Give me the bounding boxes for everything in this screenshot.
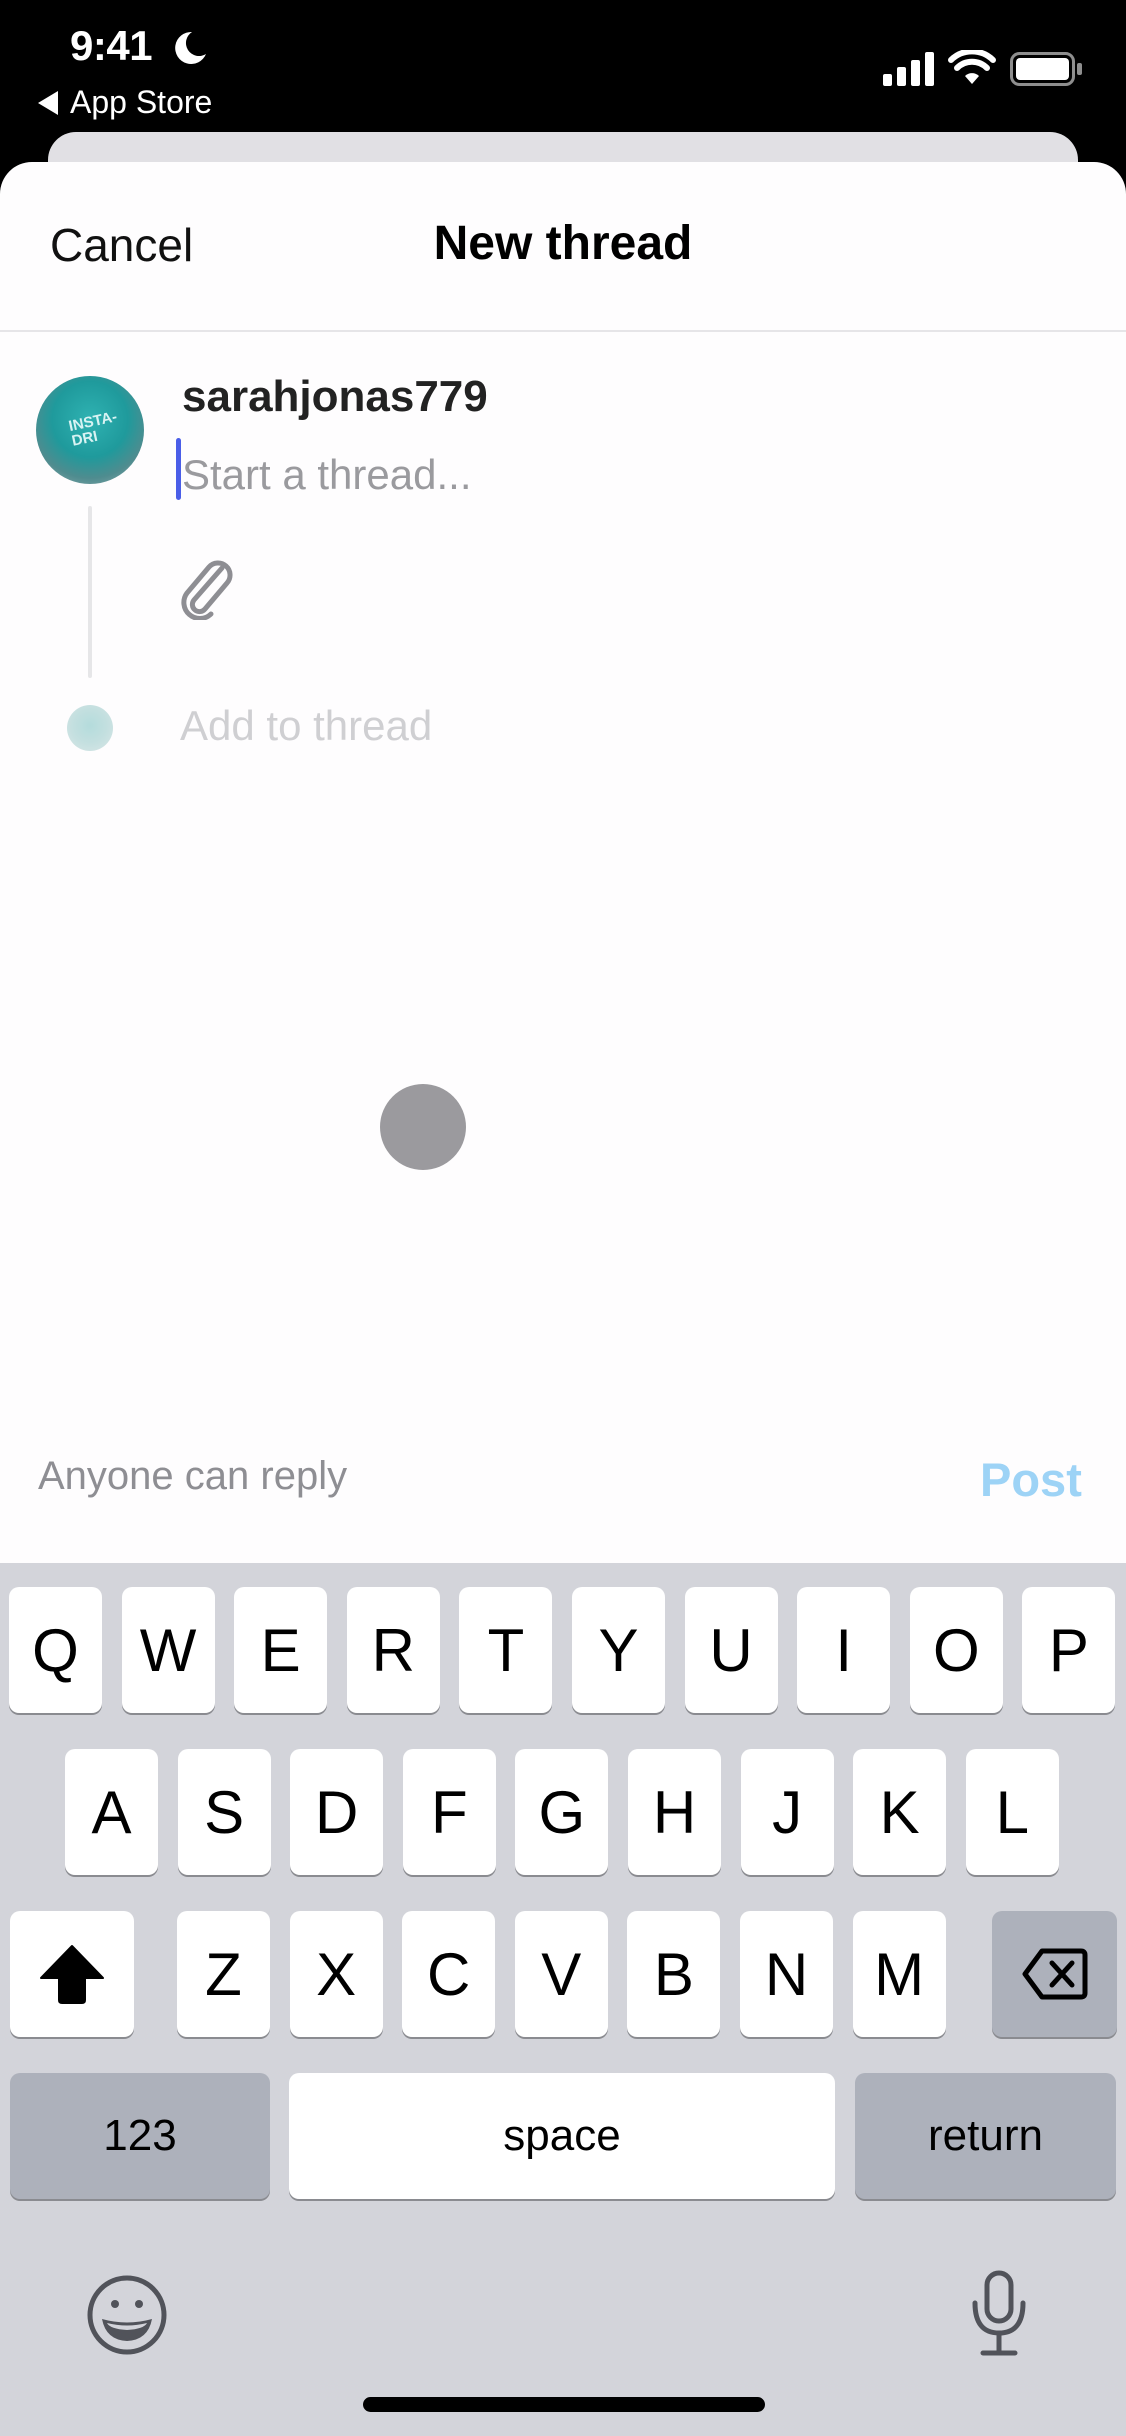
space-key[interactable]: space [289,2073,835,2199]
add-to-thread-button[interactable]: Add to thread [180,702,432,750]
shift-key[interactable] [10,1911,134,2037]
battery-icon [1010,52,1082,86]
username: sarahjonas779 [182,372,488,421]
avatar-image: INSTA- DRI [67,408,119,450]
microphone-icon[interactable] [970,2270,1028,2358]
key-i[interactable]: I [797,1587,891,1713]
cellular-signal-icon [883,52,934,86]
thread-text-input[interactable] [182,446,1062,504]
keyboard: QWERTYUIOP ASDFGHJKL ZXCVBNM 123 space r… [0,1563,1126,2436]
key-h[interactable]: H [628,1749,721,1875]
key-n[interactable]: N [740,1911,833,2037]
header-divider [0,330,1126,332]
back-app-label: App Store [70,84,213,120]
key-q[interactable]: Q [9,1587,102,1713]
key-o[interactable]: O [909,1587,1003,1713]
key-p[interactable]: P [1022,1587,1116,1713]
reply-permission-button[interactable]: Anyone can reply [38,1454,347,1499]
avatar: INSTA- DRI [36,376,144,484]
post-button[interactable]: Post [980,1452,1082,1507]
key-z[interactable]: Z [177,1911,270,2037]
shift-icon [40,1945,104,2004]
page-title-text: New thread [433,217,693,270]
home-indicator [363,2397,765,2412]
small-avatar [67,705,113,751]
delete-key[interactable] [992,1911,1117,2037]
touch-indicator [380,1084,466,1170]
numbers-key[interactable]: 123 [10,2073,270,2199]
key-s[interactable]: S [177,1749,271,1875]
key-k[interactable]: K [853,1749,947,1875]
delete-icon [1022,1948,1087,2000]
text-cursor [176,438,181,500]
page-title: New thread [0,216,1126,271]
key-r[interactable]: R [346,1587,440,1713]
key-c[interactable]: C [402,1911,496,2037]
key-d[interactable]: D [290,1749,384,1875]
key-l[interactable]: L [965,1749,1059,1875]
return-key[interactable]: return [855,2073,1116,2199]
key-v[interactable]: V [514,1911,608,2037]
back-arrow-icon [38,90,58,115]
emoji-icon[interactable] [86,2274,168,2356]
key-y[interactable]: Y [572,1587,665,1713]
key-b[interactable]: B [627,1911,721,2037]
status-time: 9:41 [70,22,153,69]
key-j[interactable]: J [740,1749,834,1875]
key-a[interactable]: A [65,1749,158,1875]
thread-connector-line [88,506,92,678]
back-to-app-store[interactable]: App Store [38,84,212,121]
moon-icon [175,31,206,64]
key-m[interactable]: M [852,1911,946,2037]
key-f[interactable]: F [402,1749,496,1875]
key-t[interactable]: T [459,1587,553,1713]
paperclip-icon[interactable] [180,560,236,620]
key-w[interactable]: W [121,1587,215,1713]
key-u[interactable]: U [684,1587,778,1713]
key-g[interactable]: G [515,1749,609,1875]
key-e[interactable]: E [234,1587,328,1713]
wifi-icon [948,50,996,84]
key-x[interactable]: X [289,1911,383,2037]
